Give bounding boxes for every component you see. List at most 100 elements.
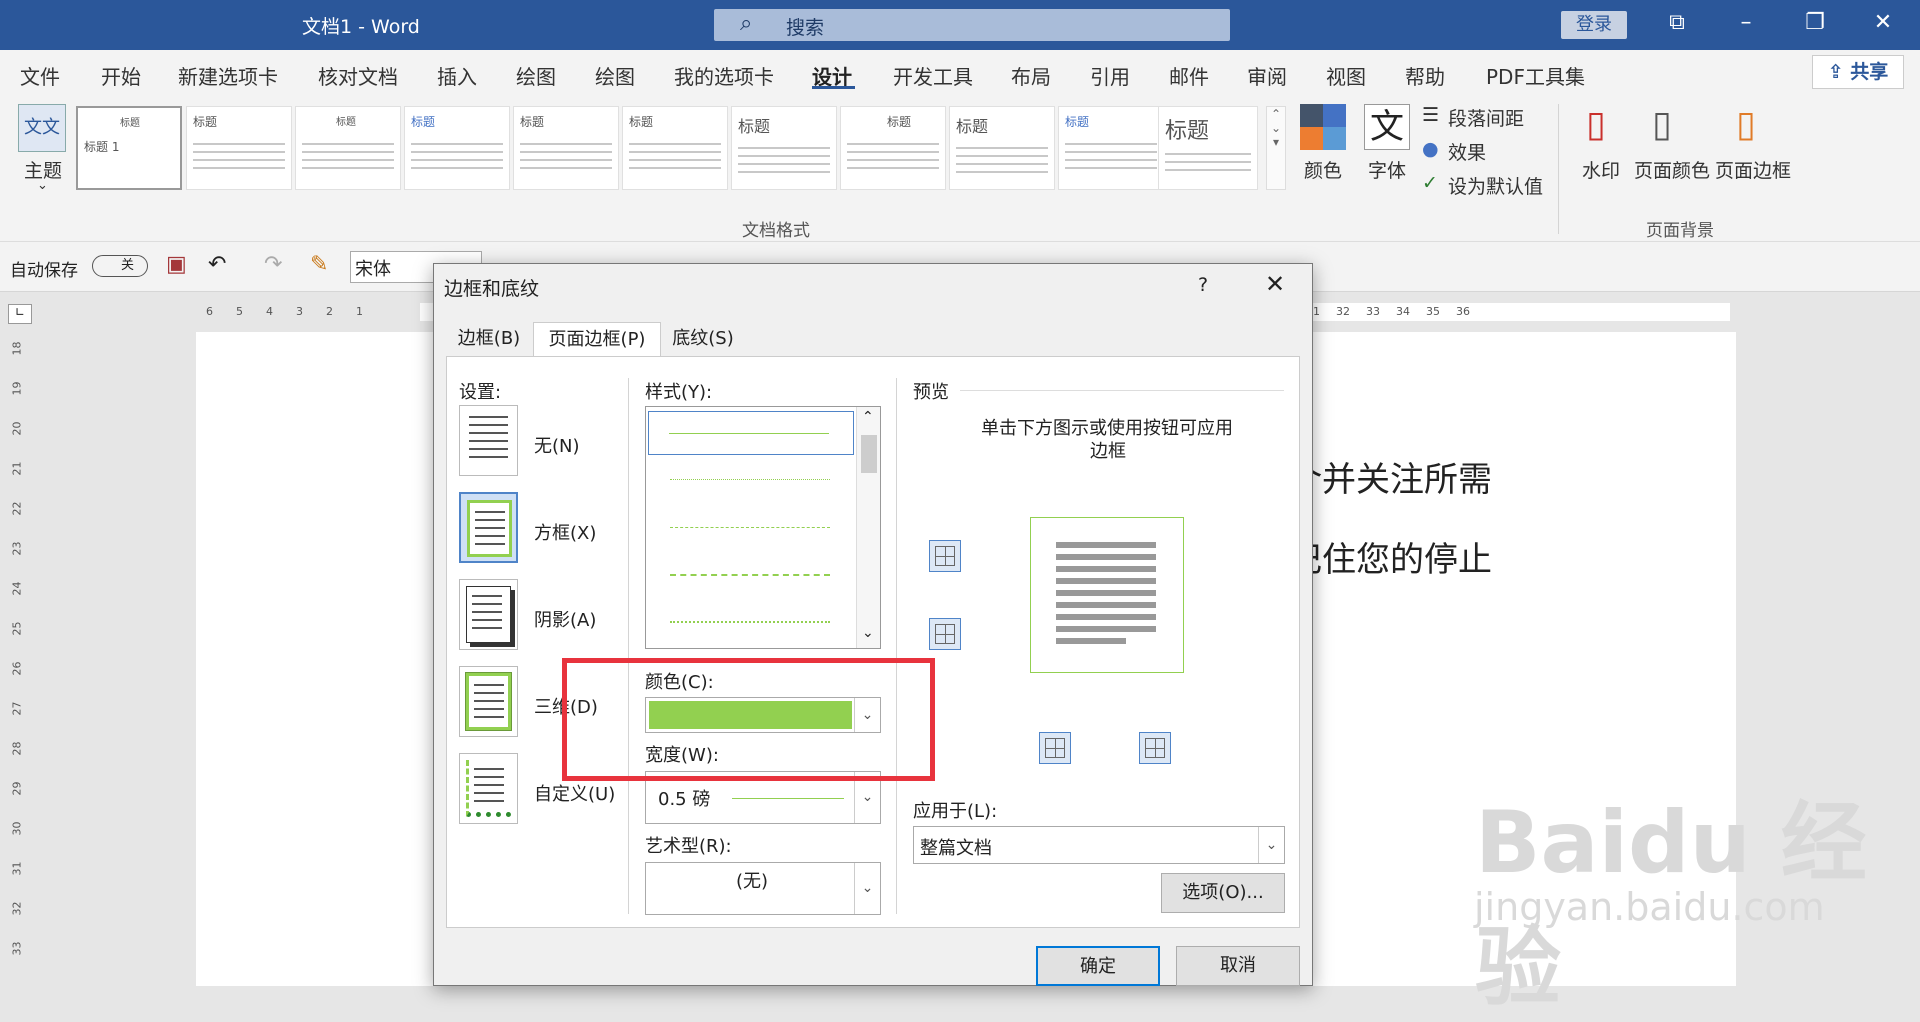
style-dotted-line[interactable] bbox=[670, 479, 830, 480]
options-button[interactable]: 选项(O)... bbox=[1161, 873, 1285, 913]
autosave-toggle[interactable]: 关 bbox=[92, 255, 148, 277]
style-thumb-5[interactable]: 标题 bbox=[513, 106, 619, 190]
border-right-button[interactable] bbox=[1139, 732, 1171, 764]
style-dashed-line[interactable] bbox=[670, 527, 830, 528]
setting-custom[interactable] bbox=[459, 753, 518, 824]
settings-label: 设置: bbox=[459, 382, 502, 403]
ruler-number: 21 bbox=[10, 461, 24, 476]
login-button[interactable]: 登录 bbox=[1561, 11, 1627, 39]
page-color-icon: ▯ bbox=[1652, 104, 1672, 145]
setting-shadow[interactable] bbox=[459, 579, 518, 650]
share-button[interactable]: ⇪ 共享 bbox=[1812, 55, 1904, 89]
minimize-icon[interactable]: – bbox=[1731, 8, 1761, 38]
ruler-number: 3 bbox=[296, 305, 303, 318]
menu-references[interactable]: 引用 bbox=[1090, 61, 1130, 90]
ruler-number: 29 bbox=[10, 781, 24, 796]
setting-box[interactable] bbox=[459, 492, 518, 563]
menu-review[interactable]: 审阅 bbox=[1247, 61, 1287, 90]
style-thumb-2[interactable]: 标题 bbox=[186, 106, 292, 190]
ribbon-display-icon[interactable]: ⧉ bbox=[1662, 8, 1692, 38]
restore-icon[interactable]: ❐ bbox=[1800, 8, 1830, 38]
setting-box-label: 方框(X) bbox=[534, 523, 597, 544]
page-border-button[interactable]: 页面边框 bbox=[1715, 156, 1791, 183]
page-color-button[interactable]: 页面颜色 bbox=[1634, 156, 1710, 183]
setting-3d[interactable] bbox=[459, 666, 518, 737]
chevron-down-icon[interactable]: ⌄ bbox=[854, 863, 880, 914]
doc-text-line-1: 介并关注所需 bbox=[1288, 460, 1492, 500]
menu-layout[interactable]: 布局 bbox=[1011, 61, 1051, 90]
search-box[interactable]: ⌕ 搜索 bbox=[714, 9, 1230, 41]
style-list[interactable]: ⌃ ⌄ bbox=[645, 406, 881, 649]
set-default-button[interactable]: 设为默认值 bbox=[1448, 172, 1543, 199]
menu-file[interactable]: 文件 bbox=[20, 61, 60, 90]
search-placeholder: 搜索 bbox=[786, 17, 825, 39]
style-thumb-3[interactable]: 标题 bbox=[295, 106, 401, 190]
menu-review-doc[interactable]: 核对文档 bbox=[318, 61, 398, 90]
tab-selector-icon[interactable]: ∟ bbox=[8, 304, 32, 324]
ruler-number: 30 bbox=[10, 821, 24, 836]
menu-new-tab[interactable]: 新建选项卡 bbox=[178, 61, 278, 90]
setting-none[interactable] bbox=[459, 405, 518, 476]
style-scrollbar[interactable]: ⌃ ⌄ bbox=[856, 407, 880, 648]
format-painter-icon[interactable]: ✎ bbox=[310, 252, 328, 277]
ok-button[interactable]: 确定 bbox=[1036, 946, 1160, 986]
chevron-down-icon[interactable]: ⌄ bbox=[37, 178, 48, 193]
tab-page-border[interactable]: 页面边框(P) bbox=[533, 322, 661, 356]
menu-pdf-tools[interactable]: PDF工具集 bbox=[1486, 61, 1585, 90]
art-combo[interactable]: (无) ⌄ bbox=[645, 862, 881, 915]
ruler-number: 36 bbox=[1456, 305, 1470, 318]
style-thumb-8[interactable]: 标题 bbox=[840, 106, 946, 190]
paragraph-spacing-button[interactable]: 段落间距 bbox=[1448, 104, 1524, 131]
menu-developer[interactable]: 开发工具 bbox=[893, 61, 973, 90]
effects-button[interactable]: 效果 bbox=[1448, 138, 1486, 165]
style-thumb-7[interactable]: 标题 bbox=[731, 106, 837, 190]
ruler-number: 6 bbox=[206, 305, 213, 318]
spacing-icon: ☰ bbox=[1422, 104, 1440, 126]
style-dash-dot-line[interactable] bbox=[670, 621, 830, 623]
colors-button[interactable]: 颜色 bbox=[1304, 156, 1342, 183]
style-option-selected[interactable] bbox=[648, 411, 854, 455]
menu-help[interactable]: 帮助 bbox=[1405, 61, 1445, 90]
fonts-button[interactable]: 字体 bbox=[1368, 156, 1406, 183]
help-button[interactable]: ? bbox=[1198, 274, 1208, 296]
group-label-doc-format: 文档格式 bbox=[742, 221, 810, 241]
style-thumb-6[interactable]: 标题 bbox=[622, 106, 728, 190]
close-icon[interactable]: ✕ bbox=[1868, 8, 1898, 38]
menu-draw-2[interactable]: 绘图 bbox=[595, 61, 635, 90]
scroll-thumb[interactable] bbox=[861, 435, 877, 473]
style-thumb-9[interactable]: 标题 bbox=[949, 106, 1055, 190]
scroll-down-icon[interactable]: ⌄ bbox=[862, 625, 874, 641]
style-thumb-11[interactable]: 标题 bbox=[1158, 106, 1258, 190]
active-tab-indicator bbox=[812, 86, 855, 89]
scroll-up-icon[interactable]: ⌃ bbox=[862, 409, 874, 425]
ruler-number: 4 bbox=[266, 305, 273, 318]
redo-icon[interactable]: ↷ bbox=[264, 252, 282, 277]
dialog-close-icon[interactable]: ✕ bbox=[1265, 270, 1285, 298]
group-label-page-bg: 页面背景 bbox=[1646, 221, 1714, 241]
menu-my-tab[interactable]: 我的选项卡 bbox=[674, 61, 774, 90]
style-thumb-1[interactable]: 标题 标题 1 bbox=[76, 106, 182, 190]
menu-view[interactable]: 视图 bbox=[1326, 61, 1366, 90]
gallery-scroll[interactable]: ⌃ ⌄ ▾ bbox=[1266, 106, 1286, 190]
preview-page[interactable] bbox=[1030, 517, 1184, 673]
save-icon[interactable]: ▣ bbox=[166, 252, 187, 277]
tab-shading[interactable]: 底纹(S) bbox=[662, 322, 744, 356]
style-dash-line[interactable] bbox=[670, 574, 830, 576]
border-left-button[interactable] bbox=[1039, 732, 1071, 764]
apply-combo[interactable]: 整篇文档 ⌄ bbox=[913, 826, 1285, 864]
ruler-number: 20 bbox=[10, 421, 24, 436]
watermark-button[interactable]: 水印 bbox=[1582, 156, 1620, 183]
chevron-down-icon[interactable]: ⌄ bbox=[1258, 827, 1284, 863]
menu-draw[interactable]: 绘图 bbox=[516, 61, 556, 90]
style-thumb-10[interactable]: 标题 bbox=[1058, 106, 1164, 190]
undo-icon[interactable]: ↶ bbox=[208, 252, 226, 277]
tab-borders[interactable]: 边框(B) bbox=[446, 322, 532, 356]
ruler-number: 19 bbox=[10, 381, 24, 396]
menu-mailings[interactable]: 邮件 bbox=[1169, 61, 1209, 90]
menu-home[interactable]: 开始 bbox=[101, 61, 141, 90]
style-thumb-4[interactable]: 标题 bbox=[404, 106, 510, 190]
cancel-button[interactable]: 取消 bbox=[1176, 946, 1300, 986]
border-bottom-button[interactable] bbox=[929, 618, 961, 650]
border-top-button[interactable] bbox=[929, 540, 961, 572]
menu-insert[interactable]: 插入 bbox=[437, 61, 477, 90]
